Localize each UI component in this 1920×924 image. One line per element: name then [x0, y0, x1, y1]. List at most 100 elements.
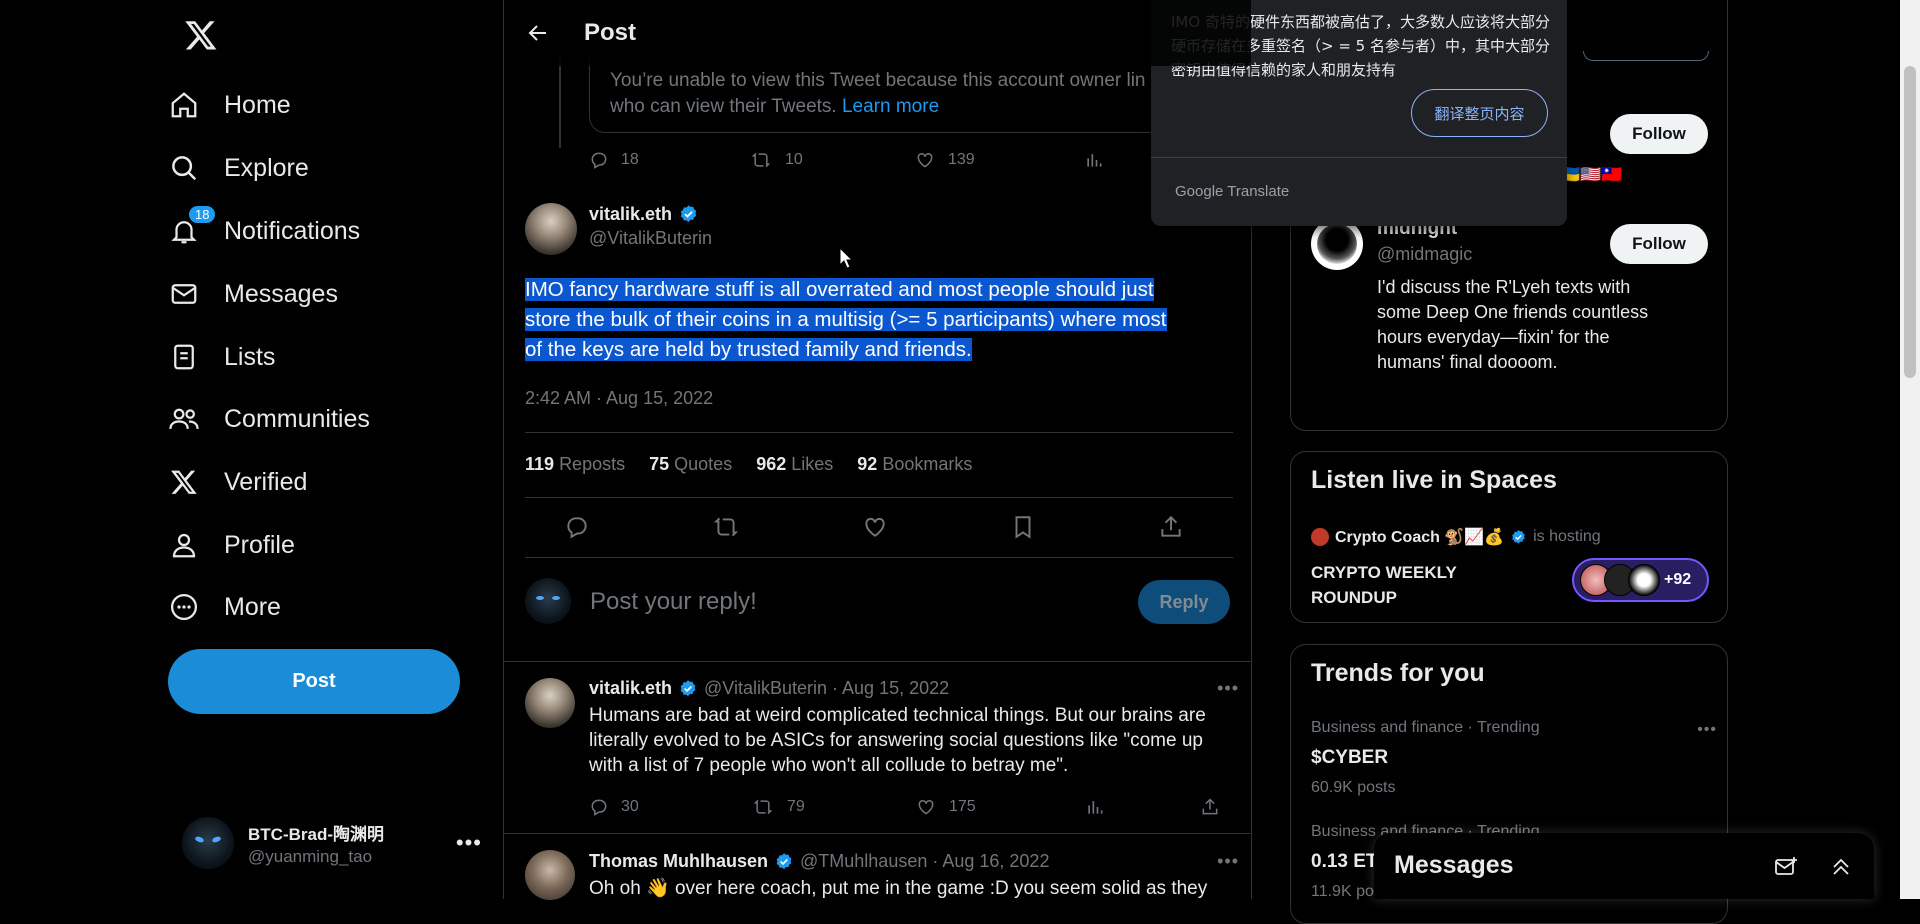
- more-dots-icon[interactable]: •••: [456, 830, 482, 856]
- listener-avatar: [1628, 564, 1660, 596]
- follow-button[interactable]: Follow: [1610, 224, 1708, 264]
- list-icon: [168, 341, 200, 373]
- withheld-tweet-notice: You’re unable to view this Tweet because…: [589, 56, 1229, 133]
- people-icon: [168, 403, 200, 435]
- scrollbar[interactable]: [1900, 0, 1920, 899]
- spaces-title: Listen live in Spaces: [1311, 466, 1557, 494]
- like-action[interactable]: 139: [914, 150, 1084, 170]
- post-button[interactable]: Post: [168, 649, 460, 714]
- reply-input[interactable]: Post your reply!: [590, 588, 757, 616]
- bookmark-icon[interactable]: [1010, 514, 1036, 540]
- more-dots-icon[interactable]: •••: [1217, 678, 1239, 699]
- reply-text: Oh oh 👋 over here coach, put me in the g…: [589, 878, 1208, 899]
- withheld-text-2: who can view their Tweets.: [610, 96, 842, 117]
- follow-button[interactable]: Follow: [1610, 114, 1708, 154]
- reply-icon[interactable]: [564, 514, 590, 540]
- verified-badge-icon: [774, 852, 794, 872]
- divider: [525, 432, 1233, 433]
- x-logo-icon[interactable]: [184, 18, 218, 52]
- reply-author-avatar[interactable]: [525, 850, 575, 900]
- trend-item[interactable]: Business and finance · Trending $CYBER 6…: [1311, 719, 1716, 797]
- nav-verified-label: Verified: [224, 467, 308, 496]
- home-icon: [168, 89, 200, 121]
- back-arrow-icon[interactable]: [526, 21, 550, 45]
- tweet-text-line: store the bulk of their coins in a multi…: [525, 308, 1167, 331]
- listener-count: +92: [1664, 571, 1692, 588]
- share-icon[interactable]: [1200, 797, 1220, 817]
- divider: [525, 557, 1233, 558]
- stat-reposts[interactable]: 119 Reposts: [525, 454, 625, 475]
- tweet-timestamp[interactable]: 2:42 AM · Aug 15, 2022: [525, 388, 713, 409]
- reply-action[interactable]: 18: [589, 150, 749, 170]
- expand-up-icon[interactable]: [1829, 855, 1853, 879]
- author-name: vitalik.eth: [589, 204, 673, 224]
- reply-avatar: [525, 578, 571, 624]
- new-message-icon[interactable]: [1774, 855, 1798, 879]
- nav-home[interactable]: Home: [168, 79, 291, 131]
- repost-icon[interactable]: [712, 514, 740, 540]
- main-column: Post You’re unable to view this Tweet be…: [503, 0, 1252, 901]
- nav-profile-label: Profile: [224, 530, 295, 559]
- parent-tweet-actions: 18 10 139: [589, 150, 1104, 170]
- nav-notifications[interactable]: 18 Notifications: [168, 205, 360, 257]
- post-header: Post: [504, 0, 1251, 66]
- search-icon: [168, 152, 200, 184]
- reply-tweet[interactable]: vitalik.eth @VitalikButerin · Aug 15, 20…: [589, 678, 1239, 778]
- share-icon[interactable]: [1158, 514, 1184, 540]
- translate-page-button[interactable]: 翻译整页内容: [1411, 89, 1548, 137]
- nav-messages[interactable]: Messages: [168, 268, 338, 320]
- reply-action[interactable]: 30: [589, 797, 751, 817]
- messages-drawer-title: Messages: [1394, 851, 1514, 879]
- more-dots-icon[interactable]: •••: [1217, 851, 1239, 872]
- like-icon[interactable]: [862, 514, 888, 540]
- reply-text: Humans are bad at weird complicated tech…: [589, 705, 1206, 776]
- analytics-icon[interactable]: [1085, 797, 1200, 817]
- trend-posts: 60.9K posts: [1311, 779, 1396, 796]
- space-host[interactable]: Crypto Coach 🐒📈💰 is hosting: [1311, 527, 1601, 547]
- reply-author-name: Thomas Muhlhausen: [589, 851, 769, 871]
- reply-author-avatar[interactable]: [525, 678, 575, 728]
- trend-context: Business and finance · Trending: [1311, 719, 1540, 736]
- x-logo-icon: [168, 466, 200, 498]
- learn-more-link[interactable]: Learn more: [842, 96, 939, 117]
- spaces-card: Listen live in Spaces Crypto Coach 🐒📈💰 i…: [1290, 451, 1728, 623]
- author-avatar[interactable]: [525, 203, 577, 255]
- repost-action[interactable]: 79: [751, 797, 915, 817]
- like-action[interactable]: 175: [915, 797, 1085, 817]
- repost-action[interactable]: 10: [749, 150, 914, 170]
- scrollbar-thumb[interactable]: [1904, 66, 1916, 378]
- more-dots-icon[interactable]: •••: [1697, 721, 1717, 739]
- space-listeners-pill[interactable]: +92: [1572, 558, 1709, 602]
- account-handle: @yuanming_tao: [248, 846, 373, 866]
- stat-quotes[interactable]: 75 Quotes: [649, 454, 732, 475]
- account-switcher[interactable]: BTC-Brad-陶渊明 @yuanming_tao •••: [182, 815, 482, 871]
- nav-lists[interactable]: Lists: [168, 331, 275, 383]
- nav-explore[interactable]: Explore: [168, 142, 309, 194]
- follow-button-partial[interactable]: [1583, 51, 1709, 61]
- avatar: [182, 817, 234, 869]
- reply-tweet[interactable]: Thomas Muhlhausen @TMuhlhausen · Aug 16,…: [589, 851, 1239, 901]
- nav-lists-label: Lists: [224, 342, 276, 371]
- nav-more[interactable]: More: [168, 581, 281, 633]
- reply-actions: 30 79 175: [589, 797, 1239, 817]
- analytics-icon[interactable]: [1084, 150, 1104, 170]
- divider: [504, 661, 1251, 662]
- nav-verified[interactable]: Verified: [168, 456, 307, 508]
- tweet-action-bar: [564, 514, 1184, 540]
- tweet-author[interactable]: vitalik.eth @VitalikButerin: [589, 204, 712, 249]
- messages-drawer[interactable]: Messages: [1374, 833, 1874, 899]
- person-icon: [168, 529, 200, 561]
- trends-title: Trends for you: [1311, 659, 1485, 687]
- nav-communities[interactable]: Communities: [168, 393, 370, 445]
- verified-badge-icon: [1510, 529, 1527, 546]
- notification-badge: 18: [188, 205, 217, 224]
- more-circle-icon: [168, 591, 200, 623]
- space-name[interactable]: CRYPTO WEEKLY ROUNDUP: [1311, 560, 1501, 610]
- reply-button[interactable]: Reply: [1138, 580, 1230, 624]
- stat-likes[interactable]: 962 Likes: [756, 454, 833, 475]
- google-translate-label: Google Translate: [1175, 183, 1290, 200]
- reply-author-name: vitalik.eth: [589, 678, 673, 698]
- verified-badge-icon: [678, 679, 698, 699]
- stat-bookmarks[interactable]: 92 Bookmarks: [857, 454, 972, 475]
- nav-profile[interactable]: Profile: [168, 519, 295, 571]
